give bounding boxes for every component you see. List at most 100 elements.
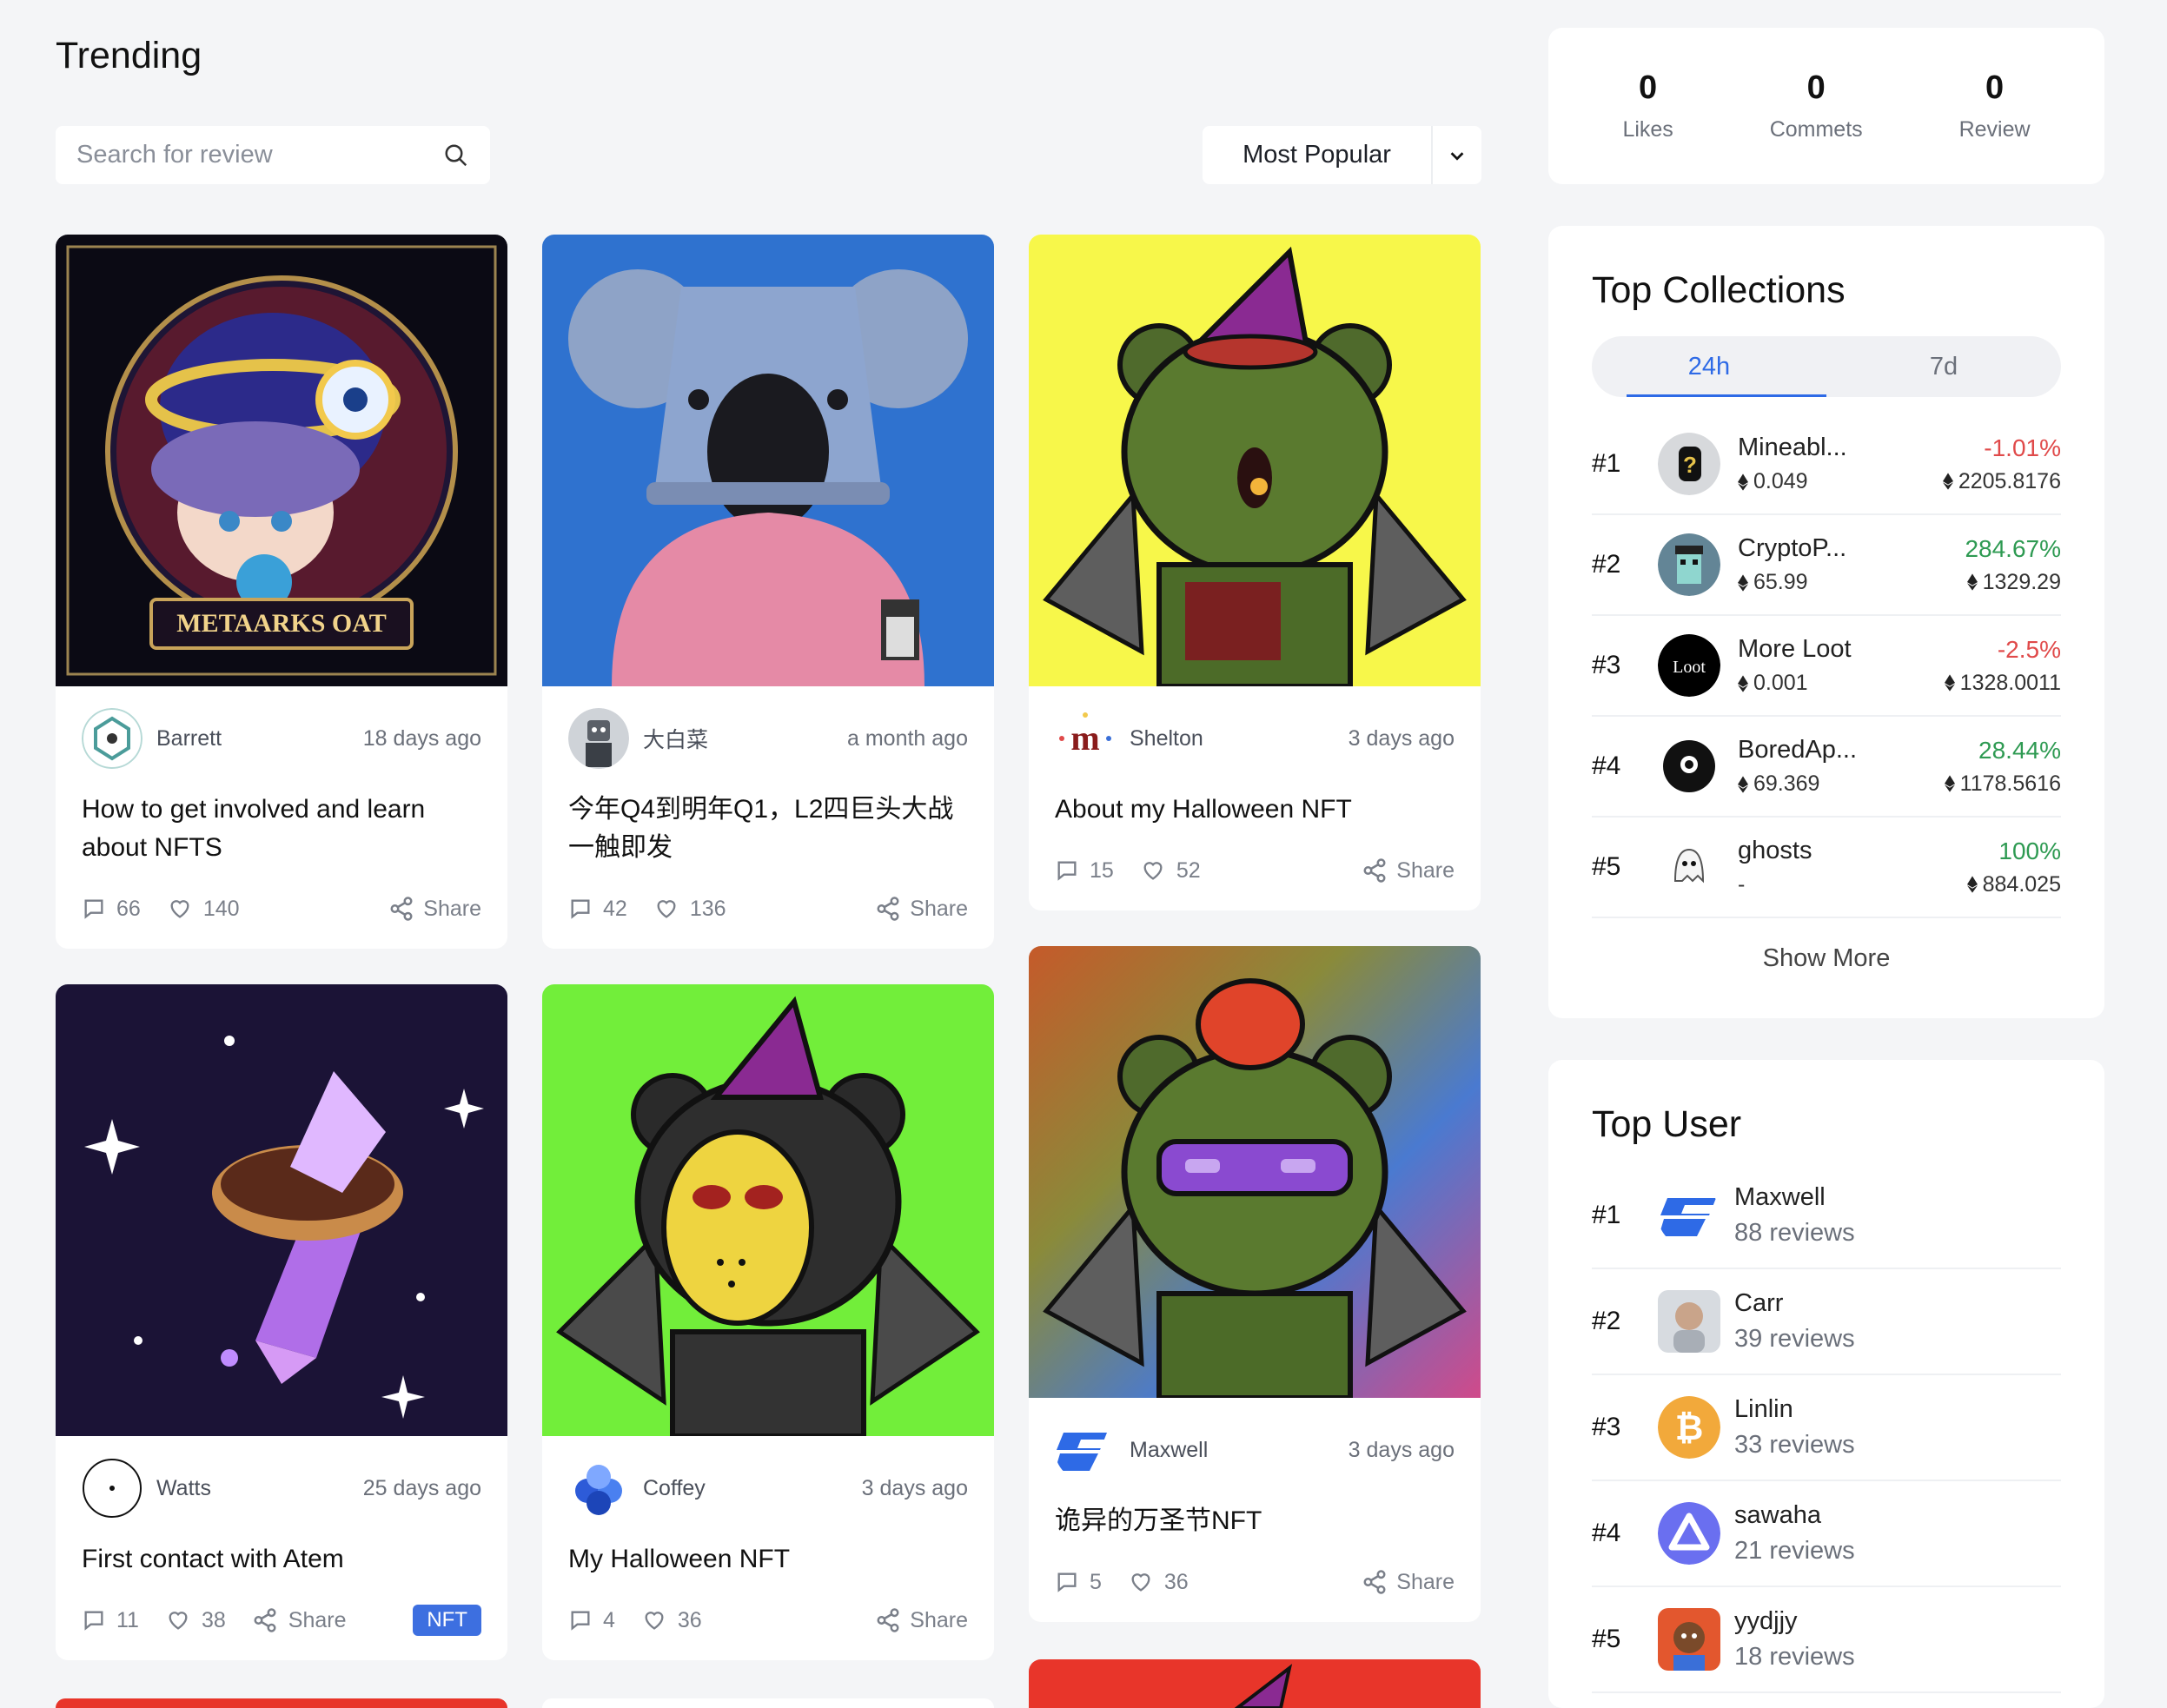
user-name[interactable]: Maxwell — [1734, 1183, 1855, 1212]
card-title[interactable]: About my Halloween NFT — [1029, 791, 1481, 829]
collection-change: -1.01% — [1984, 434, 2061, 461]
share-button[interactable]: Share — [252, 1607, 346, 1633]
eth-icon — [1944, 775, 1955, 792]
comment-count[interactable]: 42 — [568, 897, 627, 922]
nft-image[interactable] — [56, 984, 507, 1436]
comment-count[interactable]: 11 — [82, 1608, 139, 1633]
search-box[interactable] — [56, 126, 490, 184]
next-card-peek[interactable] — [542, 1698, 994, 1708]
aave-icon[interactable] — [1658, 1502, 1720, 1565]
card-title[interactable]: First contact with Atem — [56, 1540, 507, 1579]
like-count[interactable]: 36 — [641, 1608, 702, 1633]
crystal-donut-art — [56, 984, 507, 1436]
user-avatar[interactable] — [1658, 1290, 1720, 1353]
collection-volume: 884.025 — [1966, 872, 2061, 897]
share-icon — [390, 897, 413, 921]
like-count[interactable]: 140 — [167, 897, 240, 922]
collection-row[interactable]: #2 CryptoP... 65.99 284.67% 1329.29 — [1592, 515, 2061, 616]
next-card-peek[interactable] — [1029, 1659, 1481, 1708]
review-card[interactable]: METAARKS OAT Barrett 18 days ago How to … — [56, 235, 507, 949]
collection-row[interactable]: #1 ? Mineabl... 0.049 -1.01% 2205.8176 — [1592, 414, 2061, 515]
eth-icon — [1738, 473, 1748, 491]
card-title[interactable]: How to get involved and learn about NFTS — [56, 791, 507, 867]
tab-7d[interactable]: 7d — [1826, 336, 2061, 397]
post-time: 18 days ago — [362, 725, 481, 751]
show-more-button[interactable]: Show More — [1592, 944, 2061, 973]
chevron-down-icon[interactable] — [1433, 146, 1481, 165]
comment-count[interactable]: 15 — [1055, 858, 1114, 884]
comment-count[interactable]: 66 — [82, 897, 141, 922]
pumpkin-bear-art — [1029, 946, 1481, 1398]
user-row[interactable]: #2 Carr 39 reviews — [1592, 1269, 2061, 1375]
collection-floor: 0.049 — [1738, 469, 1943, 494]
collection-row[interactable]: #3 Loot More Loot 0.001 -2.5% 1328.0011 — [1592, 616, 2061, 717]
nft-image[interactable]: METAARKS OAT — [56, 235, 507, 686]
search-icon[interactable] — [443, 142, 469, 169]
author-avatar[interactable] — [568, 708, 629, 769]
comment-icon — [1057, 1572, 1077, 1592]
comments-stat[interactable]: 0 Commets — [1770, 70, 1863, 142]
author-name[interactable]: Watts — [156, 1476, 363, 1501]
share-button[interactable]: Share — [1362, 1569, 1455, 1595]
sort-dropdown[interactable]: Most Popular — [1203, 126, 1481, 184]
user-row[interactable]: #5 yydjjy 18 reviews — [1592, 1587, 2061, 1693]
user-avatar[interactable] — [1658, 1608, 1720, 1671]
next-card-peek[interactable] — [56, 1698, 507, 1708]
author-avatar[interactable] — [82, 1458, 142, 1519]
user-row[interactable]: #4 sawaha 21 reviews — [1592, 1481, 2061, 1587]
card-title[interactable]: My Halloween NFT — [542, 1540, 994, 1579]
heart-icon — [645, 1612, 664, 1630]
eth-icon — [1942, 473, 1953, 490]
author-avatar[interactable] — [1055, 1420, 1116, 1480]
nft-image[interactable] — [542, 235, 994, 686]
user-row[interactable]: #1 Maxwell 88 reviews — [1592, 1163, 2061, 1269]
bitcoin-icon[interactable]: ₿ — [1658, 1396, 1720, 1459]
collection-row[interactable]: #4 BoredAp... 69.369 28.44% 1178.5616 — [1592, 717, 2061, 818]
user-rank: #3 — [1592, 1413, 1621, 1441]
card-title[interactable]: 今年Q4到明年Q1，L2四巨头大战一触即发 — [542, 791, 994, 867]
author-name[interactable]: Shelton — [1130, 726, 1349, 751]
collection-row[interactable]: #5 ghosts - 100% 884.025 — [1592, 818, 2061, 918]
author-name[interactable]: 大白菜 — [643, 723, 847, 754]
nft-image[interactable] — [1029, 946, 1481, 1398]
review-card[interactable]: Coffey 3 days ago My Halloween NFT 4 36 … — [542, 984, 994, 1660]
like-count[interactable]: 36 — [1128, 1570, 1189, 1595]
user-name[interactable]: Carr — [1734, 1289, 1855, 1318]
user-row[interactable]: #3 ₿ Linlin 33 reviews — [1592, 1375, 2061, 1481]
post-time: 3 days ago — [861, 1475, 968, 1500]
comment-count[interactable]: 4 — [568, 1608, 615, 1633]
review-stat[interactable]: 0 Review — [1959, 70, 2031, 142]
user-name[interactable]: yydjjy — [1734, 1607, 1855, 1636]
author-avatar[interactable] — [82, 708, 142, 769]
share-button[interactable]: Share — [875, 1607, 968, 1633]
like-count[interactable]: 38 — [165, 1608, 226, 1633]
review-card[interactable]: Maxwell 3 days ago 诡异的万圣节NFT 5 36 Share — [1029, 946, 1481, 1622]
like-count[interactable]: 52 — [1140, 858, 1201, 884]
comment-count[interactable]: 5 — [1055, 1570, 1102, 1595]
search-input[interactable] — [76, 141, 443, 169]
author-name[interactable]: Maxwell — [1130, 1438, 1349, 1463]
likes-stat[interactable]: 0 Likes — [1622, 70, 1673, 142]
author-avatar[interactable]: m — [1055, 708, 1116, 769]
user-review-count: 39 reviews — [1734, 1325, 1855, 1353]
review-card[interactable]: 大白菜 a month ago 今年Q4到明年Q1，L2四巨头大战一触即发 42… — [542, 235, 994, 949]
nft-image[interactable] — [1029, 235, 1481, 686]
user-avatar[interactable] — [1658, 1184, 1720, 1247]
author-name[interactable]: Barrett — [156, 726, 363, 751]
tab-24h[interactable]: 24h — [1592, 336, 1826, 397]
user-name[interactable]: sawaha — [1734, 1501, 1855, 1530]
top-collections-title: Top Collections — [1592, 269, 1846, 311]
author-avatar[interactable] — [568, 1458, 629, 1519]
review-card[interactable]: m Shelton 3 days ago About my Halloween … — [1029, 235, 1481, 910]
share-button[interactable]: Share — [1362, 857, 1455, 884]
author-name[interactable]: Coffey — [643, 1476, 862, 1501]
eth-icon — [1738, 674, 1748, 692]
like-count[interactable]: 136 — [653, 897, 726, 922]
share-button[interactable]: Share — [388, 896, 481, 922]
user-review-count: 33 reviews — [1734, 1431, 1855, 1459]
nft-image[interactable] — [542, 984, 994, 1436]
card-title[interactable]: 诡异的万圣节NFT — [1029, 1502, 1481, 1540]
user-name[interactable]: Linlin — [1734, 1395, 1855, 1424]
share-button[interactable]: Share — [875, 896, 968, 922]
review-card[interactable]: Watts 25 days ago First contact with Ate… — [56, 984, 507, 1660]
